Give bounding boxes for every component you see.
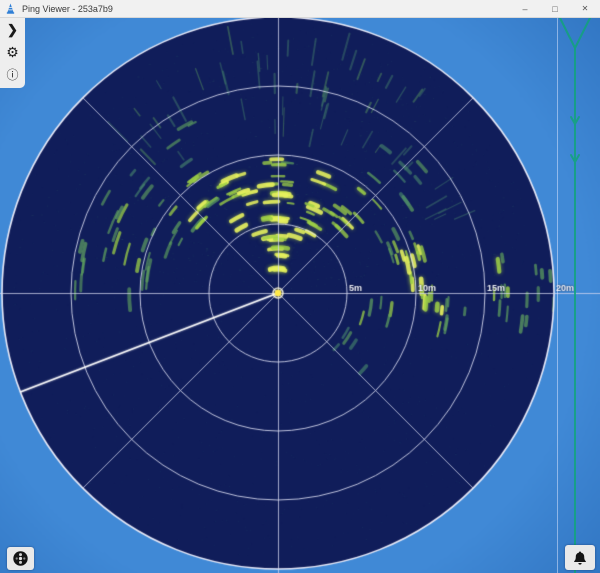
notifications-button[interactable]: [565, 545, 595, 570]
close-button[interactable]: ✕: [570, 0, 600, 17]
disc-icon: [12, 550, 29, 567]
info-icon[interactable]: ⓘ: [1, 64, 24, 85]
titlebar[interactable]: Ping Viewer - 253a7b9 – □ ✕: [0, 0, 600, 18]
left-toolbar: ❯ ⚙ ⓘ: [0, 17, 25, 88]
app-logo-icon: [5, 3, 16, 14]
replay-button[interactable]: [7, 547, 34, 570]
ping-viewer-window: Ping Viewer - 253a7b9 – □ ✕ ❯ ⚙ ⓘ: [0, 0, 600, 573]
window-title: Ping Viewer - 253a7b9: [22, 4, 510, 14]
expand-panel-icon[interactable]: ❯: [1, 20, 24, 41]
gear-icon[interactable]: ⚙: [1, 42, 24, 63]
maximize-button[interactable]: □: [540, 0, 570, 17]
minimize-button[interactable]: –: [510, 0, 540, 17]
bell-icon: [572, 550, 588, 566]
sonar-polar-display[interactable]: [0, 0, 600, 573]
